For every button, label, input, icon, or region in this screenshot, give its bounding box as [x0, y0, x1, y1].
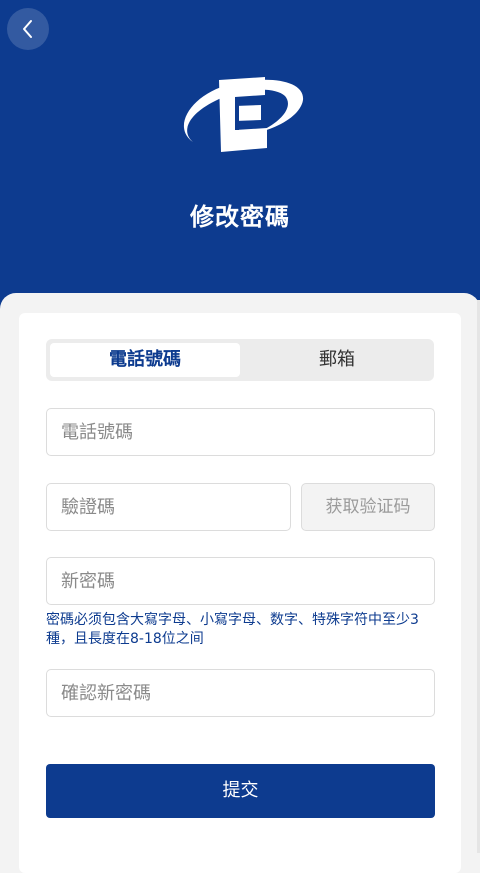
page-title: 修改密碼	[190, 203, 290, 231]
phone-input[interactable]	[47, 409, 434, 455]
chevron-left-icon	[23, 20, 32, 38]
back-button[interactable]	[7, 8, 49, 50]
tab-bar: 電話號碼 郵箱	[46, 339, 434, 381]
tab-email[interactable]: 郵箱	[240, 343, 434, 377]
password-hint: 密碼必须包含大寫字母、小寫字母、数字、特殊字符中至少3種，且長度在8-18位之间	[46, 612, 419, 647]
confirm-password-input[interactable]	[47, 670, 434, 716]
get-code-button[interactable]: 获取验证码	[301, 483, 435, 531]
form-sheet: 電話號碼 郵箱 获取验证码 密碼必须包含大寫字母、小寫字母、数字、特殊字符中至少…	[0, 293, 480, 873]
tab-phone[interactable]: 電話號碼	[50, 343, 240, 377]
verification-code-input[interactable]	[47, 484, 290, 530]
code-field	[46, 483, 291, 531]
header: 修改密碼	[0, 0, 480, 300]
confirm-password-field	[46, 669, 435, 717]
brand-logo	[183, 77, 304, 152]
form-card: 電話號碼 郵箱 获取验证码 密碼必须包含大寫字母、小寫字母、数字、特殊字符中至少…	[19, 313, 461, 873]
phone-field	[46, 408, 435, 456]
submit-button[interactable]: 提交	[46, 764, 435, 818]
new-password-input[interactable]	[47, 558, 434, 604]
new-password-field	[46, 557, 435, 605]
